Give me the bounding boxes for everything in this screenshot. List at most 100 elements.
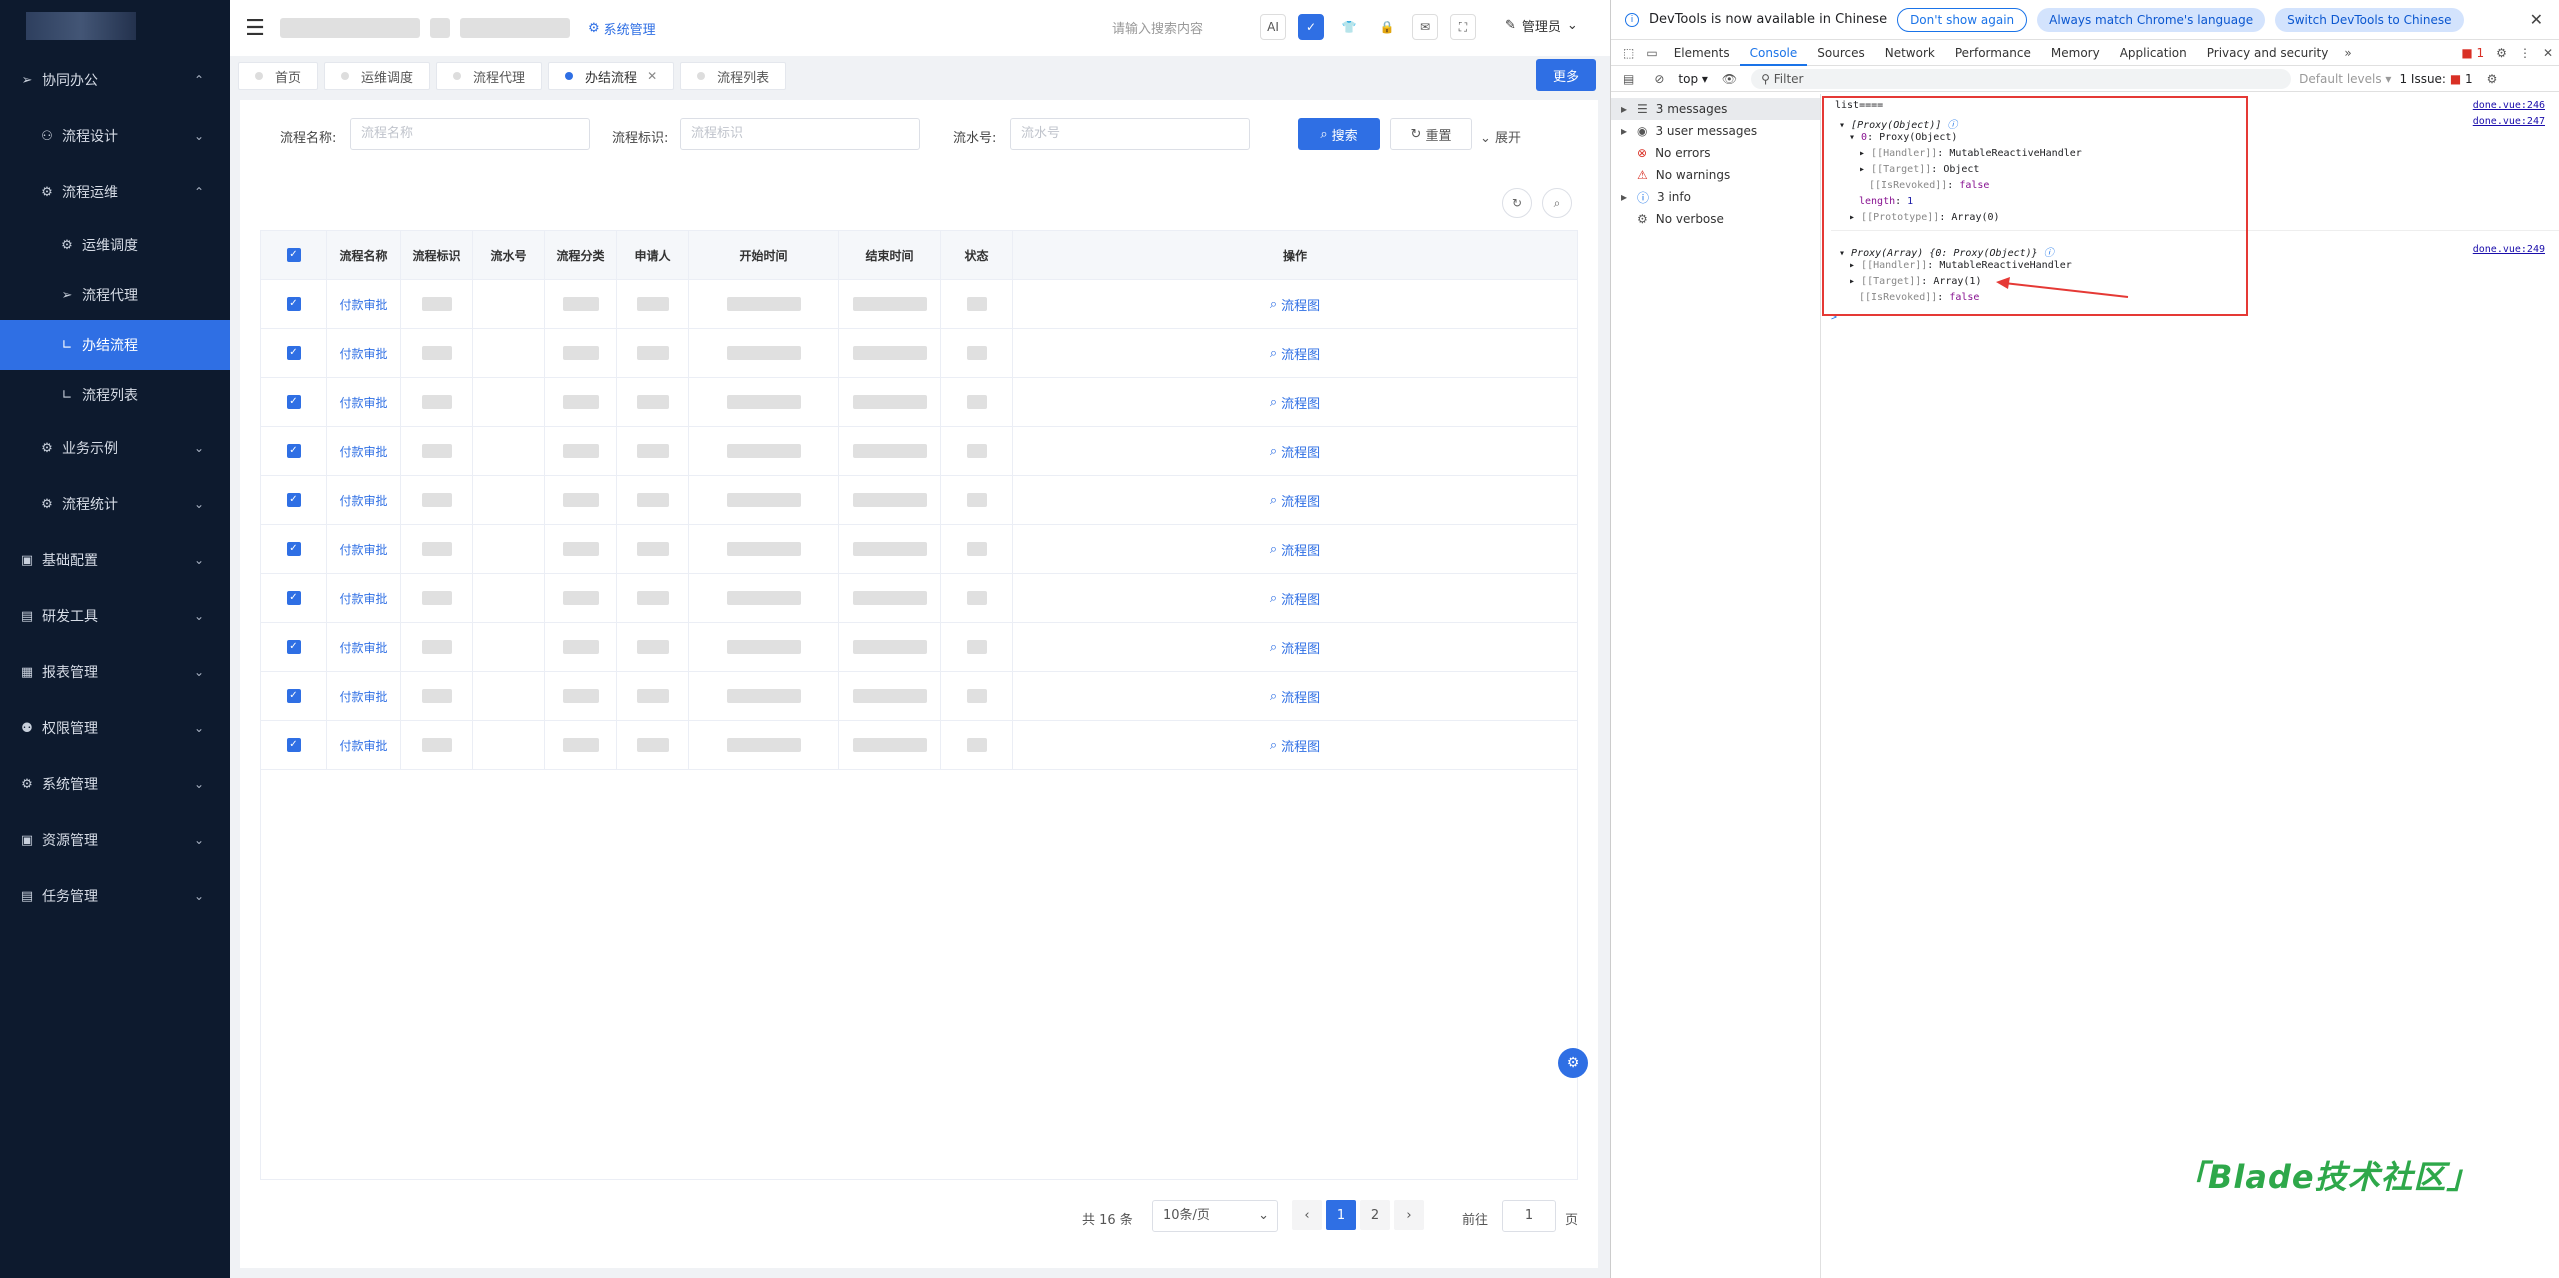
row-checkbox[interactable]: ✓ <box>261 623 327 671</box>
flowchart-link[interactable]: ⌕ 流程图 <box>1013 476 1577 524</box>
row-checkbox[interactable]: ✓ <box>261 427 327 475</box>
tab-2[interactable]: 流程代理 <box>436 62 543 90</box>
sidebar-item-1[interactable]: ⚇ 流程设计 ⌄ <box>0 108 230 164</box>
devtools-tab-0[interactable]: Elements <box>1664 40 1740 66</box>
source-link[interactable]: done.vue:246 <box>2473 100 2545 111</box>
process-name-link[interactable]: 付款审批 <box>327 427 401 475</box>
devtools-tab-6[interactable]: Application <box>2110 40 2197 66</box>
console-filter-5[interactable]: ⚙ No verbose <box>1611 208 1820 230</box>
sidebar-item-7[interactable]: ⚙ 业务示例 ⌄ <box>0 420 230 476</box>
process-name-link[interactable]: 付款审批 <box>327 525 401 573</box>
system-management-link[interactable]: ⚙ 系统管理 <box>588 19 656 38</box>
close-icon[interactable]: ✕ <box>2530 10 2543 29</box>
settings-gear-icon[interactable]: ⚙ <box>2490 46 2513 60</box>
devtools-tab-3[interactable]: Network <box>1875 40 1945 66</box>
process-name-link[interactable]: 付款审批 <box>327 329 401 377</box>
source-link[interactable]: done.vue:247 <box>2473 116 2545 127</box>
close-icon[interactable]: ✕ <box>647 69 657 83</box>
error-badge[interactable]: ■ 1 <box>2455 46 2490 60</box>
context-select[interactable]: top ▾ <box>1678 72 1708 86</box>
toggle-search-button[interactable]: ⌕ <box>1542 188 1572 218</box>
search-button[interactable]: ⌕ 搜索 <box>1298 118 1380 150</box>
page-1-button[interactable]: 1 <box>1326 1200 1356 1230</box>
row-checkbox[interactable]: ✓ <box>261 476 327 524</box>
global-search-input[interactable]: 请输入搜索内容 <box>1112 18 1203 37</box>
console-filter-3[interactable]: ⚠ No warnings <box>1611 164 1820 186</box>
admin-menu[interactable]: ✎ 管理员 ⌄ <box>1505 16 1578 35</box>
sidebar-item-10[interactable]: ▤ 研发工具 ⌄ <box>0 588 230 644</box>
fullscreen-icon[interactable]: ⛶ <box>1450 14 1476 40</box>
source-link[interactable]: done.vue:249 <box>2473 244 2545 255</box>
ai-button[interactable]: AI <box>1260 14 1286 40</box>
console-filter-4[interactable]: ▸ ⓘ 3 info <box>1611 186 1820 208</box>
sidebar-item-6[interactable]: ∟ 流程列表 <box>0 370 230 420</box>
device-toggle-icon[interactable]: ▭ <box>1640 46 1663 60</box>
sidebar-item-3[interactable]: ⚙ 运维调度 <box>0 220 230 270</box>
sidebar-item-11[interactable]: ▦ 报表管理 ⌄ <box>0 644 230 700</box>
devtools-tab-4[interactable]: Performance <box>1945 40 2041 66</box>
process-name-link[interactable]: 付款审批 <box>327 721 401 769</box>
process-name-link[interactable]: 付款审批 <box>327 574 401 622</box>
console-settings-icon[interactable]: ⚙ <box>2481 72 2504 86</box>
expand-toggle[interactable]: ⌄ 展开 <box>1480 127 1521 146</box>
console-filter-input[interactable]: ⚲ Filter <box>1751 68 2292 89</box>
select-all-checkbox[interactable]: ✓ <box>261 231 327 279</box>
sidebar-item-0[interactable]: ➢ 协同办公 ⌃ <box>0 52 230 108</box>
flowchart-link[interactable]: ⌕ 流程图 <box>1013 378 1577 426</box>
flowchart-link[interactable]: ⌕ 流程图 <box>1013 623 1577 671</box>
prev-page-button[interactable]: ‹ <box>1292 1200 1322 1230</box>
flowchart-link[interactable]: ⌕ 流程图 <box>1013 427 1577 475</box>
clear-console-icon[interactable]: ⊘ <box>1648 72 1670 86</box>
next-page-button[interactable]: › <box>1394 1200 1424 1230</box>
process-name-link[interactable]: 付款审批 <box>327 623 401 671</box>
tab-1[interactable]: 运维调度 <box>324 62 431 90</box>
row-checkbox[interactable]: ✓ <box>261 525 327 573</box>
devtools-tab-2[interactable]: Sources <box>1807 40 1874 66</box>
page-size-select[interactable]: 10条/页 ⌄ <box>1152 1200 1278 1232</box>
issues-button[interactable]: 1 Issue: ■ 1 <box>2399 72 2472 86</box>
tab-4[interactable]: 流程列表 <box>680 62 787 90</box>
row-checkbox[interactable]: ✓ <box>261 378 327 426</box>
process-name-link[interactable]: 付款审批 <box>327 280 401 328</box>
flowchart-link[interactable]: ⌕ 流程图 <box>1013 525 1577 573</box>
refresh-table-button[interactable]: ↻ <box>1502 188 1532 218</box>
sidebar-item-4[interactable]: ➢ 流程代理 <box>0 270 230 320</box>
row-checkbox[interactable]: ✓ <box>261 721 327 769</box>
checkbox-icon[interactable]: ✓ <box>1298 14 1324 40</box>
lock-icon[interactable]: 🔒 <box>1374 14 1400 40</box>
page-2-button[interactable]: 2 <box>1360 1200 1390 1230</box>
serial-input[interactable]: 流水号 <box>1010 118 1250 150</box>
console-filter-0[interactable]: ▸ ☰ 3 messages <box>1611 98 1820 120</box>
key-input[interactable]: 流程标识 <box>680 118 920 150</box>
settings-fab-icon[interactable]: ⚙ <box>1558 1048 1588 1078</box>
goto-page-input[interactable]: 1 <box>1502 1200 1556 1232</box>
row-checkbox[interactable]: ✓ <box>261 329 327 377</box>
sidebar-item-8[interactable]: ⚙ 流程统计 ⌄ <box>0 476 230 532</box>
shirt-icon[interactable]: 👕 <box>1336 14 1362 40</box>
devtools-tab-1[interactable]: Console <box>1739 40 1808 66</box>
dont-show-again-button[interactable]: Don't show again <box>1897 7 2028 32</box>
sidebar-item-15[interactable]: ▤ 任务管理 ⌄ <box>0 868 230 924</box>
flowchart-link[interactable]: ⌕ 流程图 <box>1013 329 1577 377</box>
flowchart-link[interactable]: ⌕ 流程图 <box>1013 280 1577 328</box>
sidebar-item-14[interactable]: ▣ 资源管理 ⌄ <box>0 812 230 868</box>
row-checkbox[interactable]: ✓ <box>261 574 327 622</box>
hamburger-icon[interactable]: ☰ <box>230 16 280 41</box>
tab-0[interactable]: 首页 <box>238 62 319 90</box>
sidebar-item-5[interactable]: ∟ 办结流程 <box>0 320 230 370</box>
close-devtools-icon[interactable]: ✕ <box>2537 46 2559 60</box>
process-name-link[interactable]: 付款审批 <box>327 476 401 524</box>
sidebar-item-13[interactable]: ⚙ 系统管理 ⌄ <box>0 756 230 812</box>
more-tabs-icon[interactable]: » <box>2338 46 2357 60</box>
match-language-button[interactable]: Always match Chrome's language <box>2037 7 2266 32</box>
flowchart-link[interactable]: ⌕ 流程图 <box>1013 721 1577 769</box>
console-filter-2[interactable]: ⊗ No errors <box>1611 142 1820 164</box>
process-name-link[interactable]: 付款审批 <box>327 378 401 426</box>
more-button[interactable]: 更多 <box>1536 59 1596 91</box>
kebab-menu-icon[interactable]: ⋮ <box>2513 46 2537 60</box>
sidebar-toggle-icon[interactable]: ▤ <box>1617 72 1640 86</box>
row-checkbox[interactable]: ✓ <box>261 672 327 720</box>
sidebar-item-12[interactable]: ⚉ 权限管理 ⌄ <box>0 700 230 756</box>
console-filter-1[interactable]: ▸ ◉ 3 user messages <box>1611 120 1820 142</box>
devtools-tab-7[interactable]: Privacy and security <box>2197 40 2339 66</box>
